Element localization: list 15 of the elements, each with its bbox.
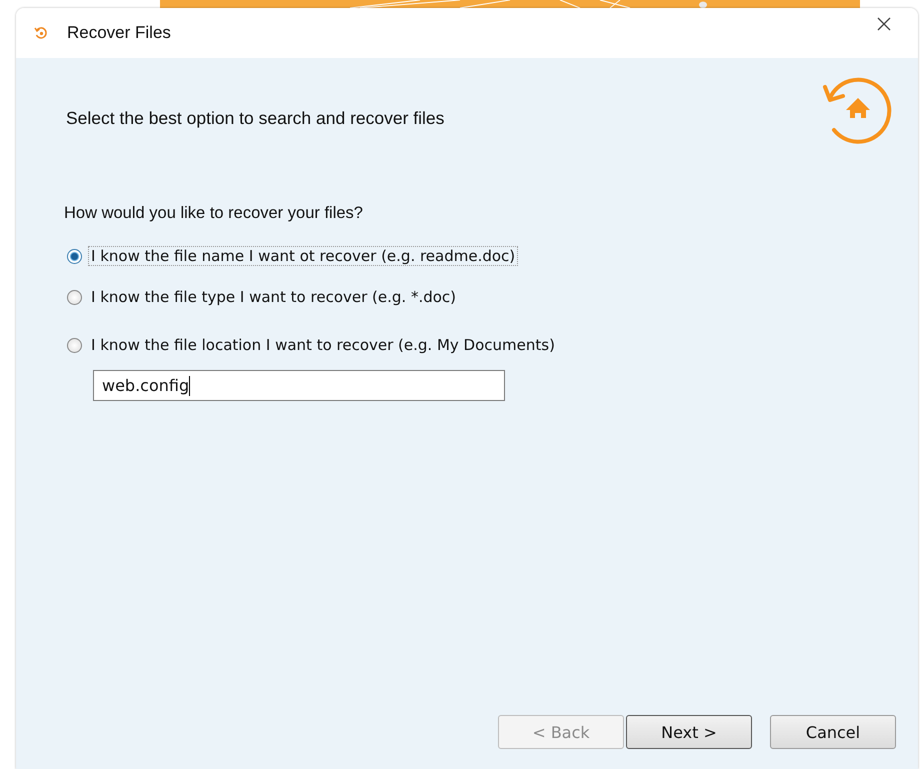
radio-button[interactable] [67, 248, 82, 264]
filename-field[interactable]: web.config [93, 370, 505, 401]
radio-option[interactable]: I know the file location I want to recover (e.g. My Documents) [67, 335, 896, 355]
question-text: How would you like to recover your files? [64, 204, 364, 223]
radio-button[interactable] [67, 290, 82, 304]
app-icon [33, 25, 49, 41]
radio-option[interactable]: I know the file type I want to recover (e.g. *.doc) [67, 287, 896, 307]
radio-option[interactable]: I know the file name I want ot recover (e.g. readme.doc) [67, 246, 896, 266]
dialog-button[interactable]: Next > [626, 715, 752, 749]
radio-button[interactable] [67, 338, 82, 352]
dialog-button[interactable]: Cancel [770, 715, 896, 749]
close-icon [877, 17, 891, 31]
close-button[interactable] [876, 16, 892, 32]
window-title: Recover Files [67, 23, 171, 43]
heading-text: Select the best option to search and recover files [66, 108, 444, 129]
